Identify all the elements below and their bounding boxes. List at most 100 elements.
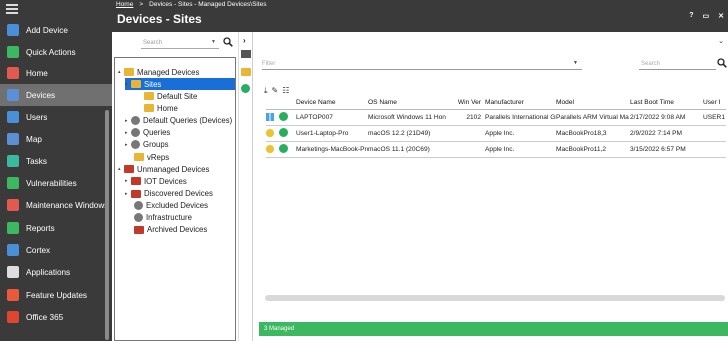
- gear-icon: [131, 116, 140, 126]
- search-icon[interactable]: [223, 37, 233, 47]
- window-controls: ? ▭ ✕: [689, 12, 724, 20]
- filter-input[interactable]: Filter: [262, 59, 582, 70]
- nav-item-add-device[interactable]: Add Device: [0, 19, 112, 41]
- tree-node-label: Sites: [144, 79, 162, 89]
- status-icon[interactable]: [241, 84, 250, 93]
- help-icon[interactable]: ?: [689, 12, 693, 20]
- device-search-input[interactable]: Search: [639, 59, 716, 70]
- device-list-panel: ⌄ Filter ▼ Search ⤓ ✎ ☷ Device Name OS N…: [252, 32, 728, 341]
- chevron-right-icon[interactable]: ›: [243, 36, 246, 45]
- tree-node-excluded-devices[interactable]: Excluded Devices: [128, 200, 208, 212]
- tree-node-home[interactable]: Home: [138, 102, 178, 114]
- device-tree: ▴ Managed Devices ▴ Sites Default Site Home ▸ D…: [114, 57, 236, 341]
- nav-item-label: Tasks: [26, 156, 47, 166]
- tree-node-label: Excluded Devices: [146, 201, 208, 211]
- cell-device-name: Marketings-MacBook-Pro: [296, 146, 368, 153]
- column-header-os-name[interactable]: OS Name: [368, 99, 451, 106]
- tree-search-input[interactable]: Search: [141, 38, 219, 49]
- tree-node-vreps[interactable]: vReps: [128, 151, 169, 163]
- column-header-last-boot-time[interactable]: Last Boot Time: [630, 99, 703, 106]
- cell-last-boot-time: 2/9/2022 7:14 PM: [630, 130, 683, 137]
- nav-item-users[interactable]: Users: [0, 106, 112, 128]
- tree-node-sites[interactable]: ▴ Sites: [125, 78, 235, 91]
- tree-node-label: Default Queries (Devices): [143, 116, 233, 126]
- column-header-win-ver[interactable]: Win Ver: [451, 99, 485, 106]
- table-row[interactable]: User1-Laptop-Pro macOS 12.2 (21D49) Apple …: [266, 126, 726, 142]
- nav-item-home[interactable]: Home: [0, 62, 112, 84]
- tree-node-label: IOT Devices: [144, 176, 187, 186]
- columns-icon[interactable]: ☷: [282, 86, 289, 96]
- grid-toolbar: ⤓ ✎ ☷: [264, 86, 289, 96]
- column-header-user[interactable]: User I: [703, 99, 726, 106]
- cell-last-boot-time: 2/17/2022 9:08 AM: [630, 114, 686, 121]
- windows-icon: [266, 112, 274, 121]
- applications-icon: [7, 266, 19, 278]
- nav-item-devices[interactable]: Devices: [0, 84, 112, 106]
- nav-item-vulnerabilities[interactable]: Vulnerabilities: [0, 172, 112, 194]
- breadcrumb-home-link[interactable]: Home: [116, 1, 133, 8]
- nav-item-quick-actions[interactable]: Quick Actions: [0, 41, 112, 63]
- tree-node-default-site[interactable]: Default Site: [138, 90, 197, 102]
- filter-dropdown-icon[interactable]: ▼: [573, 60, 578, 66]
- tree-node-unmanaged-devices[interactable]: ▴ Unmanaged Devices: [118, 163, 209, 175]
- status-bar: 3 Managed: [259, 322, 728, 336]
- breadcrumb-separator: >: [139, 1, 144, 8]
- edit-icon[interactable]: ✎: [272, 86, 279, 96]
- chevron-down-icon[interactable]: ⌄: [718, 37, 724, 45]
- device-grid: Device Name OS Name Win Ver Manufacturer…: [266, 96, 726, 158]
- table-row[interactable]: Marketings-MacBook-Pro macOS 11.1 (20C69)…: [266, 142, 726, 158]
- nav-item-label: Vulnerabilities: [26, 178, 77, 188]
- panel-icon[interactable]: [241, 50, 251, 58]
- feature-updates-icon: [7, 289, 19, 301]
- table-row[interactable]: LAPTOP007 Microsoft Windows 11 Hon 2102 Par…: [266, 110, 726, 126]
- tree-node-default-queries-devices-[interactable]: ▸ Default Queries (Devices): [125, 115, 232, 127]
- nav-item-feature-updates[interactable]: Feature Updates: [0, 284, 112, 306]
- tree-node-archived-devices[interactable]: Archived Devices: [128, 224, 207, 236]
- apple-icon: [266, 144, 274, 153]
- plus-icon: [7, 46, 19, 58]
- nav-item-map[interactable]: Map: [0, 128, 112, 150]
- hamburger-menu-icon[interactable]: [6, 4, 18, 14]
- folder-icon[interactable]: [241, 68, 251, 76]
- map-icon: [7, 133, 19, 145]
- column-header-manufacturer[interactable]: Manufacturer: [485, 99, 556, 106]
- tree-node-managed-devices[interactable]: ▴ Managed Devices: [118, 66, 199, 78]
- nav-item-reports[interactable]: Reports: [0, 217, 112, 239]
- online-status-icon: [279, 144, 288, 153]
- column-header-model[interactable]: Model: [556, 99, 630, 106]
- nav-scrollbar[interactable]: [105, 110, 109, 340]
- download-icon[interactable]: ⤓: [264, 86, 268, 96]
- cell-manufacturer: Apple Inc.: [485, 146, 515, 153]
- close-icon[interactable]: ✕: [718, 12, 724, 20]
- nav-item-tasks[interactable]: Tasks: [0, 150, 112, 172]
- nav-item-label: Reports: [26, 223, 55, 233]
- header-bar: Home > Devices - Sites - Managed Devices\S…: [112, 0, 728, 32]
- cell-model: Parallels ARM Virtual Ma: [556, 114, 629, 121]
- nav-item-label: Office 365: [26, 312, 64, 322]
- tree-panel: Search ▼ ▴ Managed Devices ▴ Sites Default S…: [112, 32, 348, 341]
- online-status-icon: [279, 128, 288, 137]
- tree-node-infrastructure[interactable]: Infrastructure: [128, 212, 192, 224]
- cell-device-name: User1-Laptop-Pro: [296, 130, 349, 137]
- nav-item-label: Maintenance Windows: [26, 200, 109, 210]
- horizontal-scrollbar[interactable]: [265, 295, 725, 301]
- search-icon[interactable]: [717, 58, 727, 68]
- cell-win-ver: 2102: [466, 114, 481, 121]
- nav-item-cortex[interactable]: Cortex: [0, 239, 112, 261]
- nav-item-office-365[interactable]: Office 365: [0, 306, 112, 328]
- nav-item-applications[interactable]: Applications: [0, 261, 112, 283]
- shield-icon: [7, 177, 19, 189]
- tree-node-iot-devices[interactable]: ▸ IOT Devices: [125, 175, 187, 187]
- tree-node-groups[interactable]: ▸ Groups: [125, 139, 169, 151]
- tree-search-dropdown-icon[interactable]: ▼: [211, 39, 216, 45]
- left-navigation: Add Device Quick Actions Home Devices Users M…: [0, 0, 112, 341]
- tree-node-queries[interactable]: ▸ Queries: [125, 127, 170, 139]
- tree-node-discovered-devices[interactable]: ▸ Discovered Devices: [125, 188, 213, 200]
- nav-item-label: Feature Updates: [26, 290, 87, 300]
- infrastructure-icon: [134, 213, 143, 223]
- column-header-device-name[interactable]: Device Name: [296, 99, 368, 106]
- restore-window-icon[interactable]: ▭: [703, 12, 710, 20]
- tree-node-label: vReps: [147, 152, 170, 162]
- nav-item-maintenance-windows[interactable]: Maintenance Windows: [0, 194, 112, 216]
- tree-node-label: Managed Devices: [137, 67, 200, 77]
